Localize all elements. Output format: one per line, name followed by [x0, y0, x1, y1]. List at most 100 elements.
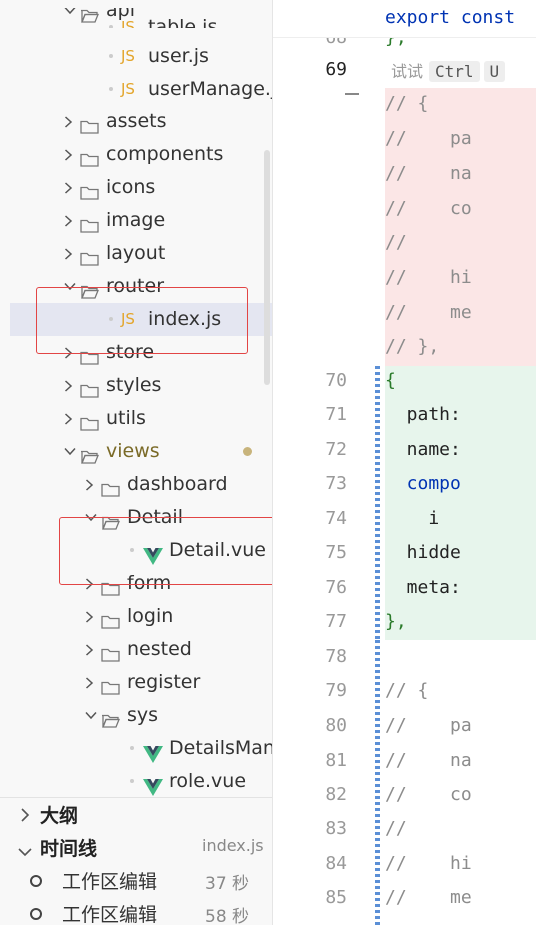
- chevron-right-icon: [85, 666, 99, 699]
- tree-item-label: assets: [106, 110, 167, 132]
- chevron-down-icon: [85, 699, 99, 732]
- folder-icon: [101, 608, 120, 629]
- code-line: name:: [385, 439, 461, 460]
- tree-folder-nested[interactable]: nested: [10, 633, 270, 666]
- js-file-icon: JS: [121, 47, 135, 65]
- folder-icon: [101, 641, 120, 662]
- code-line: // me: [385, 302, 472, 323]
- tree-folder-views[interactable]: views: [10, 435, 270, 468]
- tree-folder-login[interactable]: login: [10, 600, 270, 633]
- tree-item-label: table.js: [148, 16, 218, 28]
- tree-folder-register[interactable]: register: [10, 666, 270, 699]
- timeline-title: 时间线: [40, 838, 98, 860]
- tree-file[interactable]: DetailsMan...: [10, 732, 272, 765]
- code-line: // na: [385, 163, 472, 184]
- line-number: 78: [325, 646, 347, 667]
- circle-icon: [30, 875, 42, 887]
- tree-folder-layout[interactable]: layout: [10, 237, 270, 270]
- code-line: hidde: [385, 542, 461, 563]
- code-line: // hi: [385, 853, 472, 874]
- tree-indent-dot: [109, 25, 113, 28]
- modified-indicator: [243, 447, 252, 456]
- tree-indent-dot: [109, 54, 113, 58]
- timeline-entry[interactable]: 工作区编辑 58 秒: [0, 897, 272, 925]
- line-number: 84: [325, 853, 347, 874]
- line-number: 70: [325, 370, 347, 391]
- tree-folder-dashboard[interactable]: dashboard: [10, 468, 270, 501]
- timeline-entry-time: 58 秒: [205, 907, 250, 925]
- code-line: // {: [385, 680, 429, 701]
- vue-file-icon: [143, 741, 163, 763]
- collapse-dash-icon: [345, 93, 359, 95]
- folder-icon: [80, 212, 99, 233]
- tree-folder-sys[interactable]: sys: [10, 699, 270, 732]
- code-editor[interactable]: 68},69// {// pa// na// co//// hi// me// …: [272, 0, 536, 925]
- code-line: compo: [385, 473, 461, 494]
- outline-header[interactable]: 大纲: [0, 798, 272, 830]
- tree-file[interactable]: role.vue: [10, 765, 270, 797]
- tree-item-label: user.js: [148, 45, 209, 67]
- folder-open-icon: [101, 707, 120, 728]
- chevron-right-icon: [64, 237, 78, 270]
- tree-folder-assets[interactable]: assets: [10, 105, 270, 138]
- code-line: // na: [385, 750, 472, 771]
- tree-folder-image[interactable]: image: [10, 204, 270, 237]
- timeline-entry[interactable]: 工作区编辑 37 秒: [0, 864, 272, 896]
- chevron-right-icon: [20, 807, 30, 826]
- chevron-down-icon: [18, 842, 32, 861]
- folder-icon: [80, 146, 99, 167]
- folder-icon: [101, 674, 120, 695]
- outline-title: 大纲: [40, 805, 79, 827]
- tree-item-label: register: [127, 671, 201, 693]
- tree-item-label: dashboard: [127, 473, 228, 495]
- tree-item-label: styles: [106, 374, 162, 396]
- tree-item-label: userManage.js: [148, 78, 272, 100]
- sticky-scroll-header[interactable]: export const: [273, 0, 536, 38]
- tree-folder-icons[interactable]: icons: [10, 171, 270, 204]
- line-number: 82: [325, 784, 347, 805]
- code-line: {: [385, 370, 396, 391]
- line-number: 69: [325, 59, 347, 80]
- code-line: // hi: [385, 267, 472, 288]
- tree-file[interactable]: JS userManage.js: [10, 73, 272, 106]
- tree-folder-styles[interactable]: styles: [10, 369, 270, 402]
- bottom-panels: 大纲 时间线 index.js 工作区编辑 37 秒 工作区编辑 58 秒: [0, 797, 272, 925]
- tree-item-label: utils: [106, 407, 146, 429]
- code-line: // },: [385, 336, 440, 357]
- tree-folder-components[interactable]: components: [10, 138, 270, 171]
- folder-icon: [80, 377, 99, 398]
- timeline-entry-label: 工作区编辑: [62, 871, 158, 893]
- code-line: //: [385, 232, 407, 253]
- timeline-header[interactable]: 时间线 index.js: [0, 831, 272, 863]
- code-line: // pa: [385, 128, 472, 149]
- tree-item-label: layout: [106, 242, 166, 264]
- chevron-right-icon: [64, 369, 78, 402]
- vue-file-icon: [143, 774, 163, 796]
- code-line: // co: [385, 784, 472, 805]
- line-number: 76: [325, 577, 347, 598]
- timeline-entry-time: 37 秒: [205, 874, 250, 894]
- file-tree: apiJStable.jsJSuser.jsJSuserManage.jsass…: [0, 0, 272, 797]
- tree-file[interactable]: JS user.js: [10, 40, 270, 73]
- tree-item-label: login: [127, 605, 174, 627]
- line-number: 77: [325, 611, 347, 632]
- tree-item-label: views: [106, 440, 160, 462]
- line-number: 73: [325, 473, 347, 494]
- line-number: 71: [325, 404, 347, 425]
- folder-icon: [80, 410, 99, 431]
- line-number: 81: [325, 750, 347, 771]
- timeline-file: index.js: [202, 836, 264, 855]
- code-line: // co: [385, 198, 472, 219]
- chevron-right-icon: [64, 402, 78, 435]
- folder-icon: [101, 476, 120, 497]
- tree-file[interactable]: JS table.js: [10, 11, 270, 28]
- inlay-hint[interactable]: 试试 Ctrl U: [391, 58, 506, 82]
- folder-open-icon: [80, 443, 99, 464]
- line-number: 85: [325, 887, 347, 908]
- chevron-right-icon: [85, 633, 99, 666]
- tree-folder-utils[interactable]: utils: [10, 402, 270, 435]
- red-highlight-box: [59, 517, 272, 585]
- line-number: 83: [325, 818, 347, 839]
- code-line: // me: [385, 887, 472, 908]
- explorer-scrollbar[interactable]: [264, 150, 270, 385]
